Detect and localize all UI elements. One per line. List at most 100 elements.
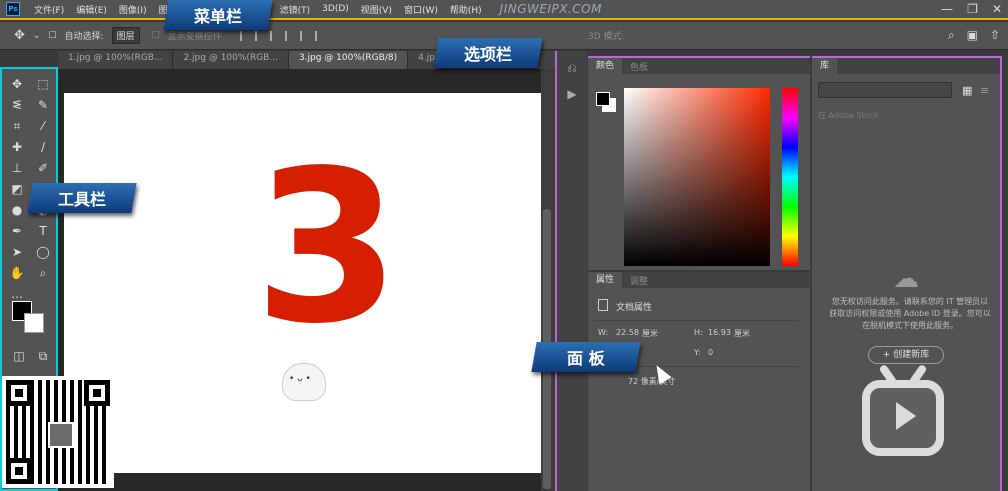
library-search-input[interactable]: 在 Adobe Stock: [818, 110, 994, 124]
collapsed-panel-strip: ⎌ ▶: [555, 51, 587, 491]
share-icon[interactable]: ⇧: [990, 28, 1000, 43]
canvas-number-text: 3: [254, 125, 401, 370]
lasso-tool-icon[interactable]: ᓬ: [6, 96, 28, 114]
path-select-tool-icon[interactable]: ➤: [6, 243, 28, 261]
close-icon[interactable]: ✕: [992, 2, 1002, 16]
height-value[interactable]: 16.93: [708, 328, 731, 337]
history-panel-icon[interactable]: ⎌: [563, 61, 581, 77]
height-unit: 厘米: [734, 329, 750, 338]
photoshop-logo-icon: Ps: [6, 2, 20, 16]
actions-panel-icon[interactable]: ▶: [563, 87, 581, 103]
menu-filter[interactable]: 滤镜(T): [274, 3, 317, 16]
healing-brush-tool-icon[interactable]: ✚: [6, 138, 28, 156]
bilibili-tv-icon: [862, 363, 944, 456]
menu-3d[interactable]: 3D(D): [316, 4, 355, 14]
tab-3-jpg[interactable]: 3.jpg @ 100%(RGB/8): [288, 51, 409, 69]
library-dropdown[interactable]: [818, 82, 952, 98]
vertical-scrollbar[interactable]: [541, 69, 553, 491]
color-panel: 颜色 色板: [588, 56, 810, 270]
menu-bar: Ps 文件(F) 编辑(E) 图像(I) 图 滤镜(T) 3D(D) 视图(V)…: [0, 0, 1008, 20]
history-brush-tool-icon[interactable]: ✐: [32, 159, 54, 177]
create-library-button[interactable]: + 创建新库: [868, 346, 944, 364]
tab-properties[interactable]: 属性: [588, 272, 623, 288]
width-unit: 厘米: [642, 329, 658, 338]
3d-mode-label: 3D 模式:: [588, 32, 625, 42]
shape-tool-icon[interactable]: ◯: [32, 243, 54, 261]
callout-panels: 面 板: [531, 342, 641, 372]
menu-view[interactable]: 视图(V): [355, 3, 398, 16]
align-top-icon[interactable]: [284, 30, 295, 41]
search-icon[interactable]: ⌕: [948, 28, 955, 43]
show-transform-label: 显示变换控件: [167, 32, 222, 42]
show-transform-checkbox[interactable]: ☐: [152, 31, 160, 41]
type-tool-icon[interactable]: T: [32, 222, 54, 240]
list-view-icon[interactable]: ≡: [980, 84, 989, 97]
divider: [594, 320, 798, 321]
quick-select-tool-icon[interactable]: ✎: [32, 96, 54, 114]
callout-toolbar: 工具栏: [27, 183, 137, 213]
pen-tool-icon[interactable]: ✒: [6, 222, 28, 240]
align-middle-icon[interactable]: [299, 30, 310, 41]
watermark-text: JINGWEIPX.COM: [499, 2, 602, 16]
document-canvas[interactable]: 3: [64, 93, 542, 473]
grid-view-icon[interactable]: ▦: [962, 84, 972, 97]
callout-optionsbar: 选项栏: [433, 38, 543, 68]
quick-mask-icon[interactable]: ◫: [8, 347, 30, 365]
move-tool-icon[interactable]: ✥: [14, 28, 25, 43]
canvas-area: 3: [58, 69, 548, 491]
auto-select-checkbox[interactable]: ☐: [48, 31, 56, 41]
workspace-icon[interactable]: ▣: [967, 28, 978, 43]
menu-file[interactable]: 文件(F): [28, 3, 70, 16]
y-value[interactable]: 0: [708, 348, 713, 357]
menu-edit[interactable]: 编辑(E): [70, 3, 113, 16]
eyedropper-tool-icon[interactable]: ⁄: [32, 117, 54, 135]
library-message: 您无权访问此服务。请联系您的 IT 管理员以获取访问权限或使用 Adobe ID…: [829, 297, 991, 330]
stamp-tool-icon[interactable]: ⊥: [6, 159, 28, 177]
auto-select-label: 自动选择:: [64, 32, 104, 42]
auto-select-dropdown[interactable]: 图层: [111, 27, 140, 44]
height-label: H:: [694, 328, 703, 337]
menu-help[interactable]: 帮助(H): [444, 3, 488, 16]
minimize-icon[interactable]: —: [941, 2, 953, 16]
chevron-down-icon[interactable]: ⌄: [33, 31, 41, 41]
background-color-swatch[interactable]: [24, 313, 44, 333]
align-bottom-icon[interactable]: [314, 30, 325, 41]
callout-menubar: 菜单栏: [163, 0, 273, 30]
tab-color[interactable]: 颜色: [588, 58, 623, 74]
tab-adjustments[interactable]: 调整: [622, 274, 656, 287]
zoom-tool-icon[interactable]: ⌕: [32, 264, 54, 282]
menu-image[interactable]: 图像(I): [113, 3, 153, 16]
restore-icon[interactable]: ❐: [967, 2, 978, 16]
foreground-color-swatch[interactable]: [596, 92, 610, 106]
window-controls: — ❐ ✕: [941, 2, 1002, 16]
tab-2-jpg[interactable]: 2.jpg @ 100%(RGB...: [173, 51, 289, 69]
y-label: Y:: [694, 348, 701, 357]
marquee-tool-icon[interactable]: ⬚: [32, 75, 54, 93]
avatar: [48, 422, 74, 448]
align-right-icon[interactable]: [269, 30, 280, 41]
options-right-icons: ⌕ ▣ ⇧: [948, 28, 1000, 43]
menu-window[interactable]: 窗口(W): [398, 3, 444, 16]
align-buttons: [239, 30, 325, 41]
tab-swatches[interactable]: 色板: [622, 60, 656, 73]
crop-tool-icon[interactable]: ⌗: [6, 117, 28, 135]
hand-tool-icon[interactable]: ✋: [6, 264, 28, 282]
align-left-icon[interactable]: [239, 30, 250, 41]
align-center-icon[interactable]: [254, 30, 265, 41]
document-icon: [598, 299, 608, 311]
properties-title: 文档属性: [616, 303, 653, 313]
color-swatches[interactable]: [12, 301, 52, 337]
tab-libraries[interactable]: 库: [812, 58, 838, 74]
blur-tool-icon[interactable]: ●: [6, 201, 28, 219]
hue-slider[interactable]: [782, 88, 798, 266]
brush-tool-icon[interactable]: ∕: [32, 138, 54, 156]
qr-code-image: [2, 376, 114, 488]
eraser-tool-icon[interactable]: ◩: [6, 180, 28, 198]
move-tool-icon[interactable]: ✥: [6, 75, 28, 93]
width-value[interactable]: 22.58: [616, 328, 639, 337]
width-label: W:: [598, 328, 609, 337]
tab-1-jpg[interactable]: 1.jpg @ 100%(RGB...: [58, 51, 174, 69]
color-picker-field[interactable]: [624, 88, 770, 266]
cloud-disabled-icon: ☁: [893, 264, 919, 294]
screen-mode-icon[interactable]: ⧉: [32, 347, 54, 365]
